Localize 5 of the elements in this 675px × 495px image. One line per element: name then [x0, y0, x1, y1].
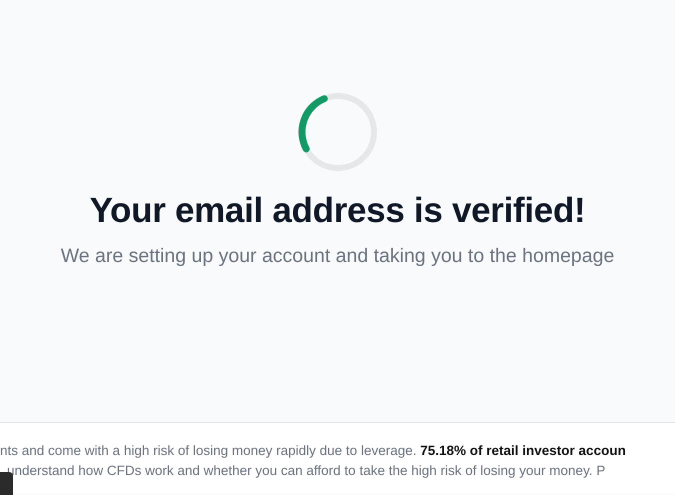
loading-spinner-icon	[296, 91, 378, 173]
risk-warning-text: understand how CFDs work and whether you can afford to take the high risk of losing your money. P	[7, 462, 606, 480]
page-heading: Your email address is verified!	[90, 191, 586, 231]
risk-warning-text: nts and come with a high risk of losing money rapidly due to leverage. 75.18% of retail investor accoun	[0, 442, 626, 460]
status-message: We are setting up your account and taking you to the homepage	[60, 245, 614, 268]
